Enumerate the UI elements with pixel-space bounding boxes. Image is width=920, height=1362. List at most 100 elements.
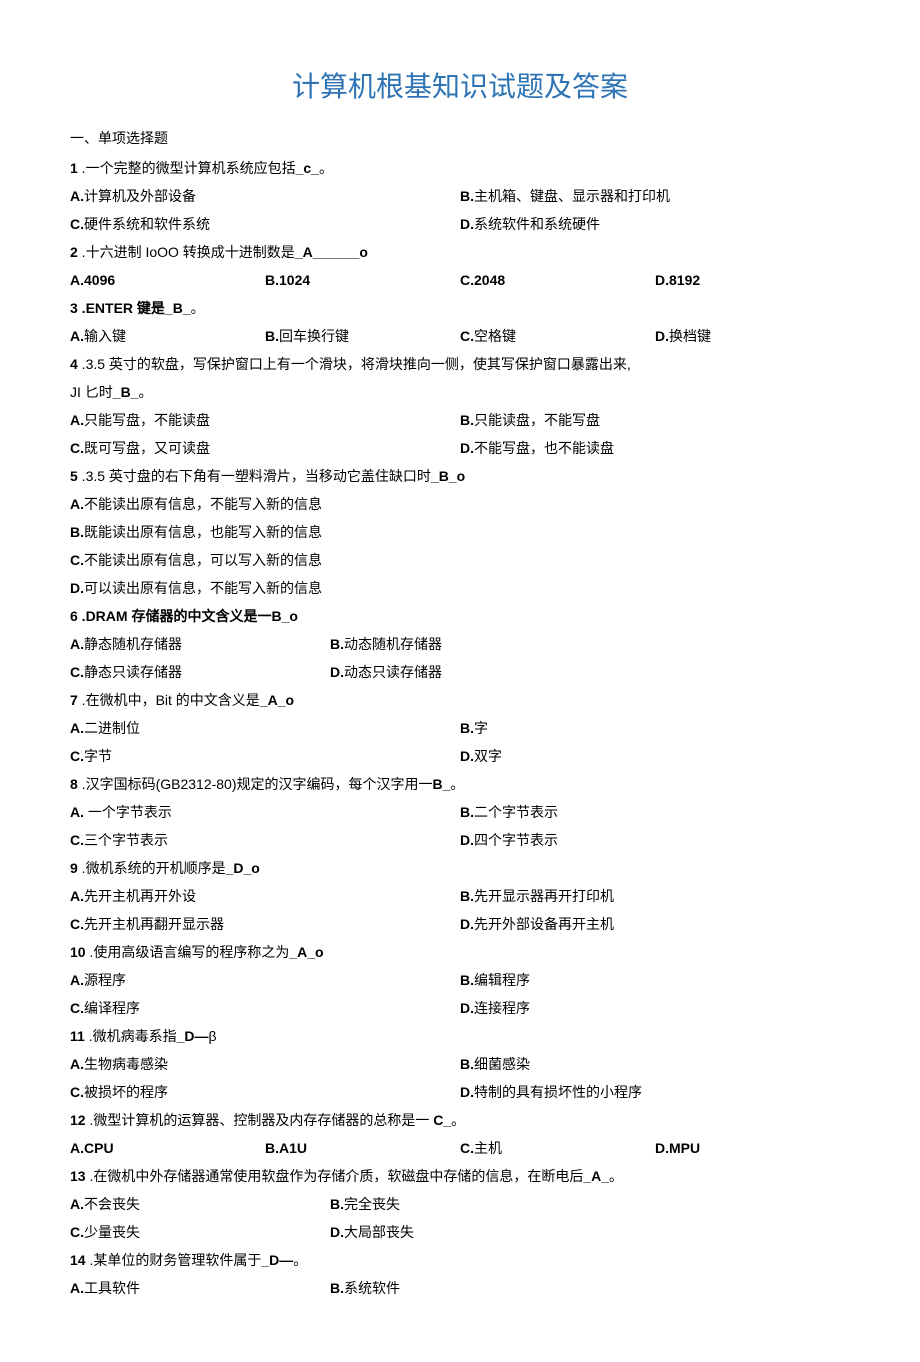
option: D.双字 xyxy=(460,742,850,770)
question-number: 1 xyxy=(70,160,78,176)
option: B.既能读出原有信息，也能写入新的信息 xyxy=(70,518,850,546)
option xyxy=(590,630,850,658)
option-text: 字节 xyxy=(84,748,112,764)
question-number: 9 xyxy=(70,860,78,876)
options-row: A.不能读出原有信息，不能写入新的信息B.既能读出原有信息，也能写入新的信息C.… xyxy=(70,490,850,602)
question-block: 3 .ENTER 键是_B_。A.输入键B.回车换行键C.空格键D.换档键 xyxy=(70,294,850,350)
option-text: 1024 xyxy=(279,272,310,288)
option-text: 计算机及外部设备 xyxy=(84,188,196,204)
option-key: D. xyxy=(460,832,474,848)
option-text: 硬件系统和软件系统 xyxy=(84,216,210,232)
option: D.大局部丧失 xyxy=(330,1218,590,1246)
option-key: C. xyxy=(70,916,84,932)
question-text-tail: 。 xyxy=(451,1112,465,1128)
question-text: .微机系统的开机顺序是 xyxy=(78,860,226,876)
options-row: A. 一个字节表示B.二个字节表示C.三个字节表示D.四个字节表示 xyxy=(70,798,850,854)
question-stem: 4 .3.5 英寸的软盘，写保护窗口上有一个滑块，将滑块推向一侧，使其写保护窗口… xyxy=(70,350,850,378)
question-text: .某单位的财务管理软件属于 xyxy=(86,1252,262,1268)
option-key: B. xyxy=(460,188,474,204)
question-stem: 6 .DRAM 存储器的中文含义是一B_o xyxy=(70,602,850,630)
option: B.完全丧失 xyxy=(330,1190,590,1218)
question-number: 14 xyxy=(70,1252,86,1268)
options-row: A.源程序B.编辑程序C.编译程序D.连接程序 xyxy=(70,966,850,1022)
option: B.字 xyxy=(460,714,850,742)
option: A.只能写盘，不能读盘 xyxy=(70,406,460,434)
option-key: A. xyxy=(70,496,84,512)
option-text: 输入键 xyxy=(84,328,126,344)
question-list: 1 .一个完整的微型计算机系统应包括_c_。A.计算机及外部设备B.主机箱、键盘… xyxy=(70,154,850,1302)
option-text: 只能读盘，不能写盘 xyxy=(474,412,600,428)
option-text: 既能读出原有信息，也能写入新的信息 xyxy=(84,524,322,540)
option: A.不能读出原有信息，不能写入新的信息 xyxy=(70,490,850,518)
answer-blank: _A______o xyxy=(295,244,368,260)
option-key: C. xyxy=(70,216,84,232)
question-stem: 1 .一个完整的微型计算机系统应包括_c_。 xyxy=(70,154,850,182)
options-row: A.只能写盘，不能读盘B.只能读盘，不能写盘C.既可写盘，又可读盘D.不能写盘，… xyxy=(70,406,850,462)
question-block: 12 .微型计算机的运算器、控制器及内存存储器的总称是一 C_。A.CPUB.A… xyxy=(70,1106,850,1162)
option: D.特制的具有损坏性的小程序 xyxy=(460,1078,850,1106)
option-text: 不能读出原有信息，不能写入新的信息 xyxy=(84,496,322,512)
answer-blank: _B_o xyxy=(431,468,465,484)
option-text: 不会丧失 xyxy=(84,1196,140,1212)
option-key: B. xyxy=(265,272,279,288)
question-number: 5 xyxy=(70,468,78,484)
option-key: B. xyxy=(460,804,474,820)
option-text: 四个字节表示 xyxy=(474,832,558,848)
question-text-tail: 。 xyxy=(191,300,205,316)
question-text-tail: 。 xyxy=(293,1252,307,1268)
option-text: CPU xyxy=(84,1140,114,1156)
option-key: B. xyxy=(330,1196,344,1212)
option-text: 特制的具有损坏性的小程序 xyxy=(474,1084,642,1100)
options-row: A.静态随机存储器B.动态随机存储器C.静态只读存储器D.动态只读存储器 xyxy=(70,630,850,686)
option xyxy=(590,1190,850,1218)
option-text: 动态随机存储器 xyxy=(344,636,442,652)
option-key: A. xyxy=(70,188,84,204)
option-text: 系统软件和系统硬件 xyxy=(474,216,600,232)
question-text: .使用高级语言编写的程序称之为 xyxy=(86,944,290,960)
question-block: 11 .微机病毒系指_D—βA.生物病毒感染B.细菌感染C.被损坏的程序D.特制… xyxy=(70,1022,850,1106)
option: B.1024 xyxy=(265,266,460,294)
answer-blank: B_o xyxy=(271,608,297,624)
option-key: D. xyxy=(330,664,344,680)
option-text: 连接程序 xyxy=(474,1000,530,1016)
options-row: A.4096B.1024C.2048D.8192 xyxy=(70,266,850,294)
option: D.8192 xyxy=(655,266,850,294)
option: A.4096 xyxy=(70,266,265,294)
option-key: B. xyxy=(330,636,344,652)
option-key: C. xyxy=(460,272,474,288)
option-key: C. xyxy=(460,1140,474,1156)
question-number: 2 xyxy=(70,244,78,260)
option-key: A. xyxy=(70,272,84,288)
question-number: 3 xyxy=(70,300,78,316)
question-block: 2 .十六进制 IoOO 转换成十进制数是_A______oA.4096B.10… xyxy=(70,238,850,294)
answer-blank: C_ xyxy=(433,1112,451,1128)
option: D.不能写盘，也不能读盘 xyxy=(460,434,850,462)
options-row: A.计算机及外部设备B.主机箱、键盘、显示器和打印机C.硬件系统和软件系统D.系… xyxy=(70,182,850,238)
options-row: A.输入键B.回车换行键C.空格键D.换档键 xyxy=(70,322,850,350)
option: B.系统软件 xyxy=(330,1274,590,1302)
option-text: A1U xyxy=(279,1140,307,1156)
option: B.动态随机存储器 xyxy=(330,630,590,658)
question-block: 14 .某单位的财务管理软件属于_D—。A.工具软件B.系统软件 xyxy=(70,1246,850,1302)
options-row: A.不会丧失B.完全丧失C.少量丧失D.大局部丧失 xyxy=(70,1190,850,1246)
question-text: .汉字国标码(GB2312-80)规定的汉字编码，每个汉字用一 xyxy=(78,776,433,792)
option: A.不会丧失 xyxy=(70,1190,330,1218)
question-text: .3.5 英寸盘的右下角有一塑料滑片，当移动它盖住缺口时 xyxy=(78,468,431,484)
option: A.计算机及外部设备 xyxy=(70,182,460,210)
option: A.工具软件 xyxy=(70,1274,330,1302)
option-key: B. xyxy=(460,888,474,904)
option: A.输入键 xyxy=(70,322,265,350)
question-block: 13 .在微机中外存储器通常使用软盘作为存储介质，软磁盘中存储的信息，在断电后_… xyxy=(70,1162,850,1246)
answer-blank: _B_ xyxy=(113,384,139,400)
option-key: B. xyxy=(460,1056,474,1072)
option-key: C. xyxy=(460,328,474,344)
answer-blank: _A_o xyxy=(289,944,323,960)
question-block: 10 .使用高级语言编写的程序称之为_A_o A.源程序B.编辑程序C.编译程序D… xyxy=(70,938,850,1022)
option-text: 字 xyxy=(474,720,488,736)
question-number: 10 xyxy=(70,944,86,960)
option-text: MPU xyxy=(669,1140,700,1156)
option-text: 被损坏的程序 xyxy=(84,1084,168,1100)
option: D.MPU xyxy=(655,1134,850,1162)
option-key: B. xyxy=(70,524,84,540)
option: C.编译程序 xyxy=(70,994,460,1022)
